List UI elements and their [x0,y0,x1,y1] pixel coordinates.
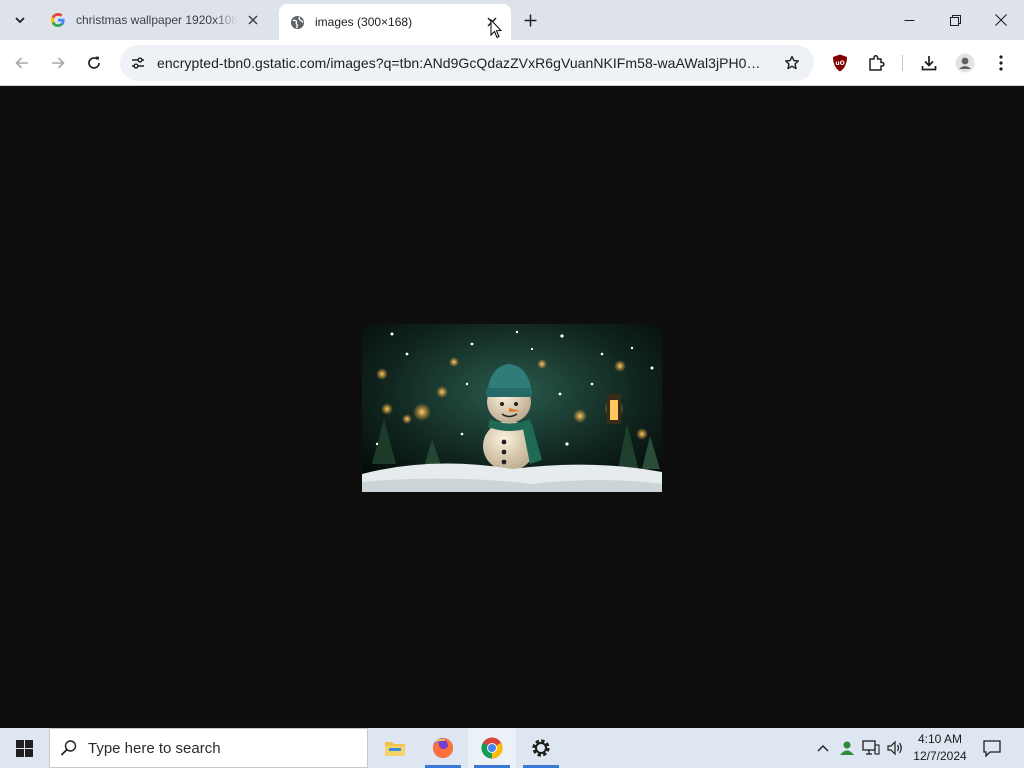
taskbar-app-file-explorer[interactable] [371,728,419,768]
search-placeholder: Type here to search [88,739,221,757]
plus-icon [524,14,536,26]
settings-icon [532,739,550,757]
notifications-button[interactable] [978,728,1006,768]
url-text[interactable]: encrypted-tbn0.gstatic.com/images?q=tbn:… [154,55,776,71]
globe-icon [289,14,305,30]
taskbar-app-firefox[interactable] [419,728,467,768]
chevron-down-icon [15,17,25,24]
address-bar[interactable]: encrypted-tbn0.gstatic.com/images?q=tbn:… [120,45,814,81]
chevron-up-icon [817,745,829,752]
people-icon [840,741,854,755]
reload-button[interactable] [78,47,110,79]
close-window-button[interactable] [978,0,1024,40]
restore-button[interactable] [932,0,978,40]
start-button[interactable] [0,728,48,768]
three-dots-vertical-icon [999,55,1003,71]
taskbar-app-settings[interactable] [517,728,565,768]
puzzle-piece-icon [869,54,885,71]
close-tab-icon[interactable] [244,11,262,29]
snowman-christmas-image[interactable] [362,324,662,492]
tab-christmas-wallpaper[interactable]: christmas wallpaper 1920x1080 [40,4,272,36]
google-g-icon [50,12,66,28]
minimize-button[interactable] [886,0,932,40]
arrow-right-icon [52,57,65,69]
chrome-icon [481,737,503,759]
taskbar-app-chrome[interactable] [468,728,516,768]
taskbar-clock[interactable]: 4:10 AM 12/7/2024 [908,731,972,767]
restore-icon [949,14,961,26]
site-info-icon[interactable] [122,47,154,79]
back-button[interactable] [6,47,38,79]
forward-button[interactable] [42,47,74,79]
profile-button[interactable] [949,47,981,79]
notification-icon [983,739,1001,757]
new-tab-button[interactable] [518,8,542,32]
clock-time: 4:10 AM [917,732,963,746]
search-icon [50,739,88,757]
downloads-button[interactable] [913,47,945,79]
ublock-origin-icon[interactable]: uO [824,47,856,79]
firefox-icon [433,737,454,758]
mouse-cursor-icon [490,19,502,39]
browser-toolbar: encrypted-tbn0.gstatic.com/images?q=tbn:… [0,40,1024,86]
page-viewport [0,87,1024,728]
volume-icon[interactable] [884,728,906,768]
tab-title: christmas wallpaper 1920x1080 [76,13,238,27]
windows-logo-icon [15,739,33,757]
close-icon [995,14,1007,26]
clock-date: 12/7/2024 [913,749,967,763]
extensions-button[interactable] [860,47,892,79]
taskbar-search-box[interactable]: Type here to search [49,728,368,768]
tray-user-icon[interactable] [836,728,858,768]
arrow-left-icon [15,57,28,69]
svg-text:uO: uO [835,60,844,67]
reload-icon [88,56,100,69]
network-icon[interactable] [860,728,882,768]
tab-images-active[interactable]: images (300×168) [279,4,511,40]
show-hidden-icons-button[interactable] [812,728,834,768]
tab-search-button[interactable] [6,6,34,34]
windows-taskbar: Type here to search 4:10 AM 12/7/2024 [0,728,1024,768]
tab-title: images (300×168) [315,15,413,29]
bookmark-star-icon[interactable] [776,47,808,79]
avatar-icon [955,53,975,73]
tab-strip: christmas wallpaper 1920x1080 images (30… [0,0,1024,40]
menu-button[interactable] [985,47,1017,79]
download-icon [921,56,937,71]
minimize-icon [904,19,914,21]
toolbar-separator [902,55,903,71]
file-explorer-icon [385,742,405,756]
